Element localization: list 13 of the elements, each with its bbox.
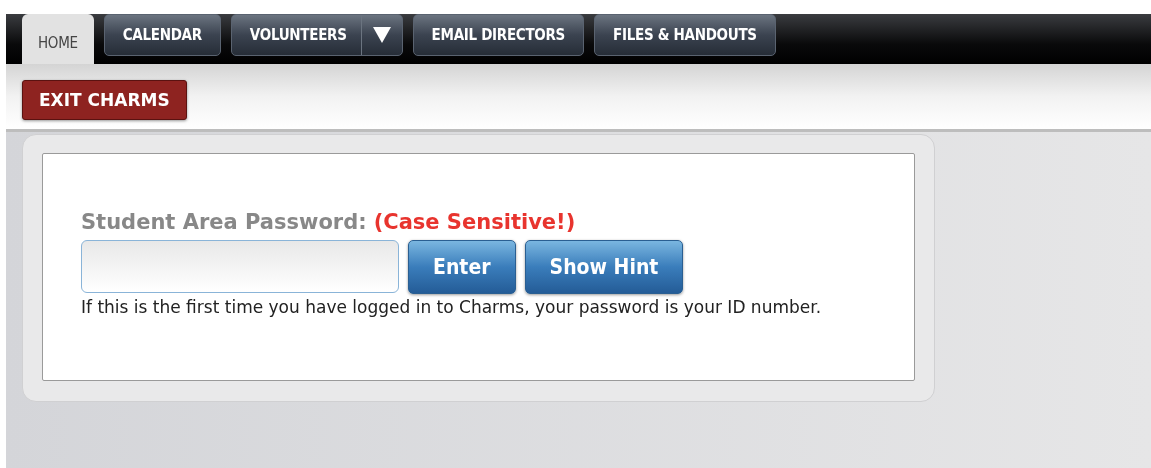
caret-icon[interactable]	[371, 26, 392, 44]
password-field[interactable]	[81, 240, 399, 293]
password-label: Student Area Password:	[81, 210, 367, 234]
nav-tab[interactable]: HOME	[22, 14, 94, 64]
show-hint-button[interactable]: Show Hint	[524, 240, 684, 294]
nav-tab[interactable]: EMAIL DIRECTORS	[412, 14, 585, 56]
case-sensitive-note: (Case Sensitive!)	[373, 210, 576, 234]
nav-tab[interactable]: CALENDAR	[103, 14, 221, 56]
help-text: If this is the first time you have logged in to Charms, your password is your ID number.	[81, 296, 823, 319]
exit-button[interactable]: EXIT CHARMS	[22, 80, 187, 120]
enter-button[interactable]: Enter	[408, 240, 516, 294]
nav-tab[interactable]: FILES & HANDOUTS	[594, 14, 776, 56]
nav-tab[interactable]: VOLUNTEERS	[230, 14, 403, 56]
